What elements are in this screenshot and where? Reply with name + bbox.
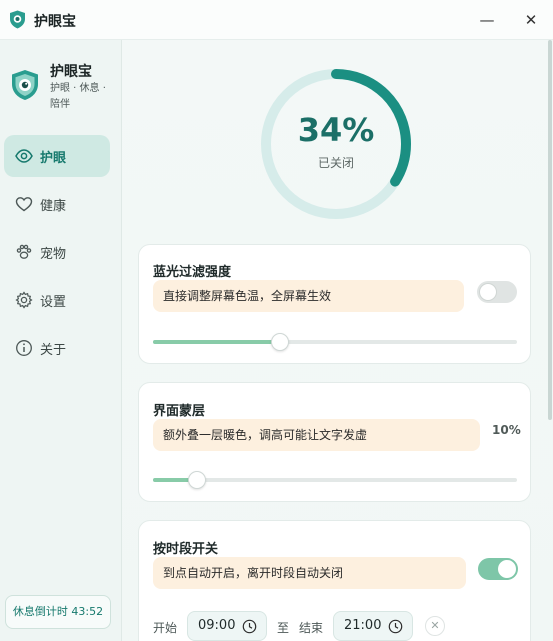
sidebar-item-pet[interactable]: 宠物	[4, 231, 110, 273]
eye-icon	[15, 149, 33, 163]
schedule-card: 按时段开关 到点自动开启，离开时段自动关闭 开始 09:00 至 结束 21:0…	[138, 520, 531, 641]
slider-thumb[interactable]	[271, 333, 290, 351]
minimize-button[interactable]: —	[476, 9, 498, 31]
start-label: 开始	[153, 621, 178, 635]
schedule-note: 到点自动开启，离开时段自动关闭	[153, 557, 466, 589]
sidebar-nav: 护眼 健康 宠物 设置 关于	[4, 135, 110, 375]
toggle-knob	[479, 283, 497, 301]
toggle-knob	[498, 560, 516, 578]
gear-icon	[15, 291, 33, 309]
filter-status-text: 已关闭	[317, 156, 354, 170]
paw-icon	[16, 244, 32, 259]
main-panel: 34% 已关闭 蓝光过滤强度 直接调整屏幕色温，全屏幕生效 界面蒙层 额外叠一层…	[122, 40, 553, 641]
sidebar-item-label: 关于	[40, 343, 67, 358]
clock-icon	[242, 619, 257, 634]
heart-icon	[15, 197, 33, 212]
sidebar: 护眼宝 护眼 · 休息 · 陪伴 护眼 健康 宠物 设置 关于 休息倒计时 43…	[0, 40, 122, 641]
overlay-card: 界面蒙层 额外叠一层暖色，调高可能让文字发虚 10%	[138, 382, 531, 502]
scrollbar[interactable]	[548, 40, 552, 420]
filter-strength-value: 34%	[297, 111, 375, 149]
end-time-value: 21:00	[344, 618, 382, 633]
blue-light-toggle[interactable]	[477, 281, 517, 303]
schedule-title: 按时段开关	[153, 542, 219, 557]
blue-light-title: 蓝光过滤强度	[153, 265, 232, 280]
blue-light-note: 直接调整屏幕色温，全屏幕生效	[153, 280, 464, 312]
slider-fill	[153, 340, 281, 344]
overlay-slider[interactable]	[153, 471, 517, 489]
sidebar-item-about[interactable]: 关于	[4, 327, 110, 369]
rest-countdown[interactable]: 休息倒计时 43:52	[5, 595, 111, 629]
app-logo-icon	[10, 10, 25, 29]
overlay-title: 界面蒙层	[153, 404, 206, 419]
to-label: 至	[277, 621, 290, 635]
end-time-field[interactable]: 21:00	[333, 611, 413, 641]
start-time-field[interactable]: 09:00	[187, 611, 267, 641]
overlay-percent: 10%	[492, 423, 521, 437]
sidebar-item-label: 设置	[40, 295, 67, 310]
schedule-toggle[interactable]	[478, 558, 518, 580]
start-time-value: 09:00	[198, 618, 236, 633]
brand-subtitle: 护眼 · 休息 · 陪伴	[50, 83, 106, 110]
clear-schedule-button[interactable]: ✕	[425, 616, 445, 636]
clock-icon	[388, 619, 403, 634]
blue-light-card: 蓝光过滤强度 直接调整屏幕色温，全屏幕生效	[138, 244, 531, 364]
sidebar-item-eye-care[interactable]: 护眼	[4, 135, 110, 177]
close-button[interactable]: ✕	[520, 9, 542, 31]
sidebar-item-label: 护眼	[40, 151, 67, 166]
title-bar: 护眼宝 — ✕	[0, 0, 553, 40]
window-title: 护眼宝	[34, 14, 76, 30]
overlay-note: 额外叠一层暖色，调高可能让文字发虚	[153, 419, 480, 451]
sidebar-item-settings[interactable]: 设置	[4, 279, 110, 321]
blue-light-slider[interactable]	[153, 333, 517, 351]
end-label: 结束	[299, 621, 324, 635]
sidebar-item-label: 健康	[40, 199, 67, 214]
brand-name: 护眼宝	[50, 64, 92, 80]
sidebar-item-health[interactable]: 健康	[4, 183, 110, 225]
info-icon	[16, 340, 32, 356]
slider-thumb[interactable]	[187, 471, 206, 489]
sidebar-item-label: 宠物	[40, 247, 67, 262]
brand-logo-icon	[12, 70, 38, 100]
